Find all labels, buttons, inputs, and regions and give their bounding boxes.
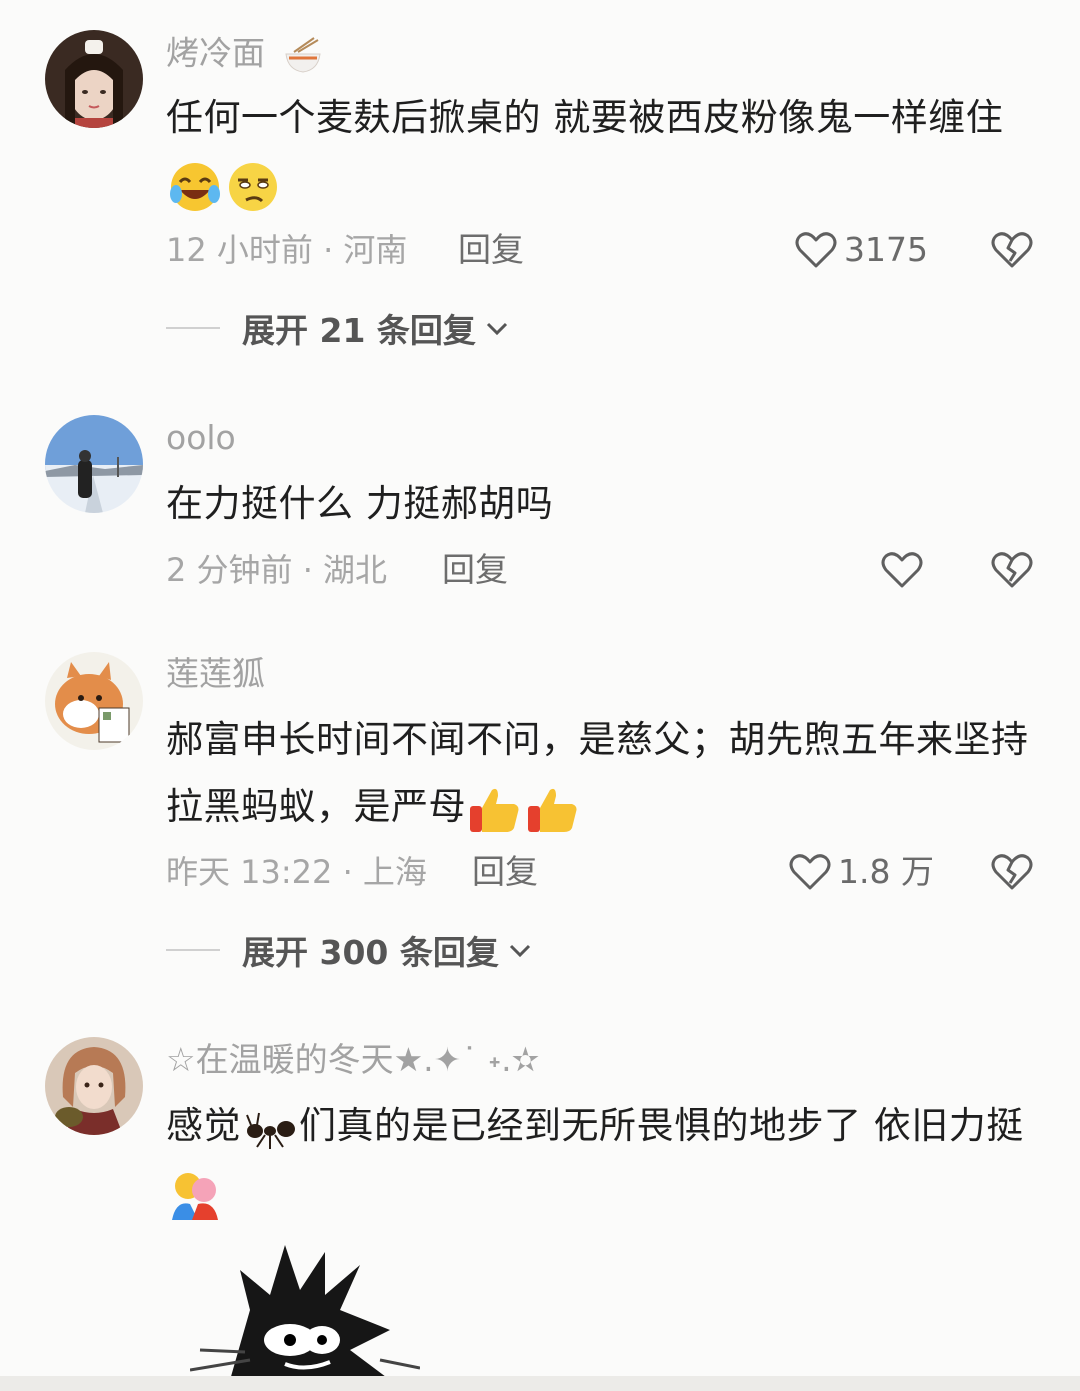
comment-meta: 12 小时前 · 河南 (166, 231, 408, 269)
broken-heart-icon[interactable] (990, 228, 1034, 272)
comment-text-content: 任何一个麦麸后掀桌的 就要被西皮粉像鬼一样缠住 (166, 96, 1004, 139)
username[interactable]: 莲莲狐 (166, 654, 265, 694)
comment-meta: 昨天 13:22 · 上海 (166, 853, 427, 891)
comment-text-content: 们真的是已经到无所畏惧的地步了 依旧力挺 (299, 1104, 1024, 1147)
thumbs-up-emoji (528, 788, 577, 832)
broken-heart-icon[interactable] (990, 850, 1034, 894)
comment-text: 郝富申长时间不闻不问，是慈父；胡先煦五年来坚持拉黑蚂蚁，是严母 (166, 706, 1046, 840)
user-avatar[interactable] (45, 30, 143, 128)
heart-icon (881, 552, 923, 588)
username[interactable]: ☆在温暖的冬天★.✦˙ ˖.✫ (166, 1040, 539, 1080)
broken-heart-icon[interactable] (990, 548, 1034, 592)
chevron-down-icon (486, 322, 507, 336)
expand-replies-button[interactable]: 展开 300 条回复 (166, 926, 533, 974)
reply-button[interactable]: 回复 (472, 852, 538, 892)
expand-replies-label[interactable]: 展开 21 条回复 (242, 304, 476, 352)
comment-text: 感觉 们真的是已经到无所畏惧的地步了 依旧力挺 (166, 1092, 1046, 1226)
laughing-crying-emoji (170, 162, 220, 211)
username-text[interactable]: 烤冷面 (166, 34, 265, 73)
user-avatar[interactable] (45, 415, 143, 513)
comment-text: 任何一个麦麸后掀桌的 就要被西皮粉像鬼一样缠住 (166, 84, 1046, 218)
comment-text-content: 郝富申长时间不闻不问，是慈父；胡先煦五年来坚持拉黑蚂蚁，是严母 (166, 718, 1029, 828)
reply-button[interactable]: 回复 (442, 550, 508, 590)
like-count: 1.8 万 (838, 852, 934, 891)
unamused-emoji (229, 162, 277, 211)
divider-line (166, 949, 220, 951)
comment-text: 在力挺什么 力挺郝胡吗 (166, 470, 1046, 537)
username[interactable]: 烤冷面 (166, 32, 328, 78)
hugging-emoji (172, 1172, 218, 1220)
ant-emoji (246, 1112, 295, 1149)
user-avatar[interactable] (45, 1037, 143, 1135)
username[interactable]: oolo (166, 418, 236, 458)
user-avatar[interactable] (45, 652, 143, 750)
like-button[interactable]: 1.8 万 (788, 850, 934, 894)
reply-button[interactable]: 回复 (458, 230, 524, 270)
heart-icon (789, 854, 831, 890)
comment-meta: 2 分钟前 · 湖北 (166, 551, 388, 589)
noodle-bowl-icon (284, 37, 321, 73)
comment-text-content: 在力挺什么 力挺郝胡吗 (166, 482, 554, 525)
heart-icon (795, 232, 837, 268)
divider-line (166, 327, 220, 329)
like-button[interactable]: 3175 (794, 228, 928, 272)
comment-text-content: 感觉 (166, 1104, 241, 1147)
expand-replies-label[interactable]: 展开 300 条回复 (242, 926, 499, 974)
expand-replies-button[interactable]: 展开 21 条回复 (166, 304, 510, 352)
bottom-edge (0, 1376, 1080, 1391)
chevron-down-icon (509, 944, 530, 958)
like-button[interactable] (880, 548, 930, 592)
cartoon-sticker-image (190, 1245, 420, 1380)
like-count: 3175 (844, 230, 928, 269)
thumbs-up-emoji (470, 788, 519, 832)
